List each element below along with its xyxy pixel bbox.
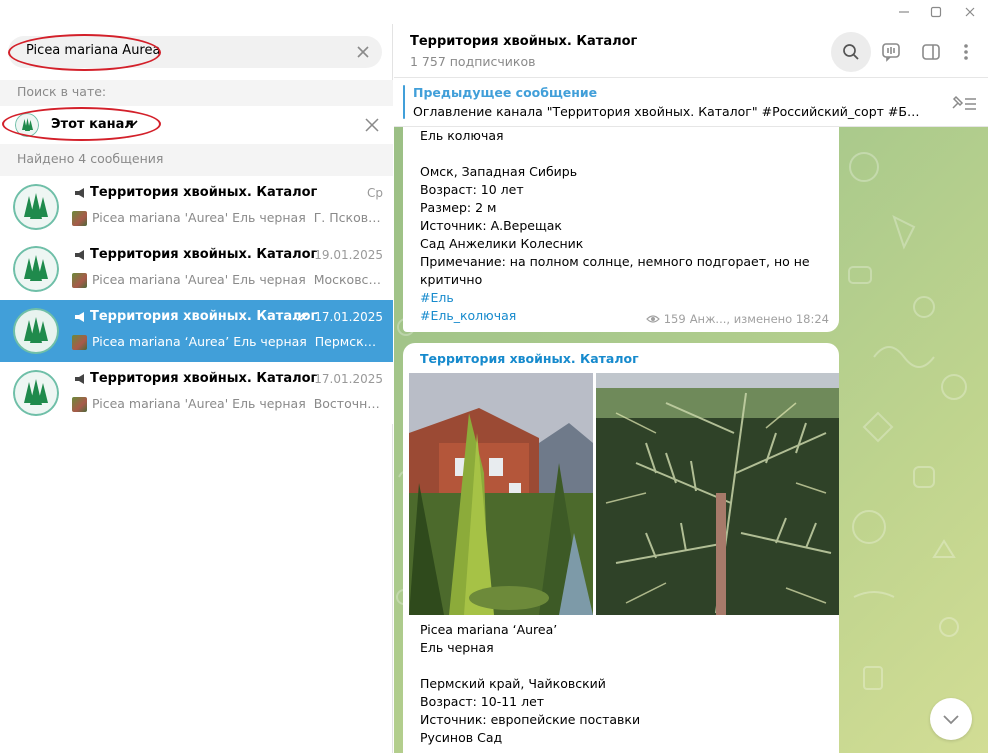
search-result-item[interactable]: Территория хвойных. Каталог 17.01.2025 P… [0,300,393,362]
photo-house-garden[interactable] [409,373,593,615]
chevron-down-icon[interactable] [126,119,138,129]
message-line: Источник: европейские поставки [420,712,641,727]
results-count-label: Найдено 4 сообщения [0,144,393,176]
result-date: 17.01.2025 [314,372,383,386]
message-line [420,657,640,675]
pinned-message-bar[interactable]: Предыдущее сообщение Оглавление канала "… [394,78,988,127]
result-title: Территория хвойных. Каталог [74,185,317,200]
hashtag-link[interactable]: #Ель [420,289,810,307]
result-photo-thumbnail [72,335,87,350]
maximize-icon[interactable] [921,0,951,24]
result-date: 17.01.2025 [294,310,383,324]
pinned-list-icon[interactable] [950,93,978,113]
close-icon[interactable] [955,0,985,24]
message-line: Ель черная [420,640,494,655]
message-line: Возраст: 10-11 лет [420,694,545,709]
result-date: Ср [367,186,383,200]
channel-avatar [13,184,59,230]
views-count: 159 [663,312,686,326]
result-snippet: Picea mariana 'Aurea' Ель черная Московс… [92,272,384,287]
pinned-text: Оглавление канала "Территория хвойных. К… [413,104,923,119]
message-line: Омск, Западная Сибирь [420,164,578,179]
result-title: Территория хвойных. Каталог [74,309,317,324]
chat-panel: Территория хвойных. Каталог 1 757 подпис… [394,24,988,753]
message-line: Размер: 2 м [420,200,497,215]
channel-megaphone-icon [75,373,84,384]
result-snippet: Picea mariana ‘Aurea’ Ель черная Пермски… [92,334,384,349]
search-result-item[interactable]: Территория хвойных. Каталог Ср Picea mar… [0,176,393,238]
message-line: Picea mariana ‘Aurea’ [420,622,558,637]
clear-search-icon[interactable] [354,43,372,61]
message-text: Picea mariana ‘Aurea’ Ель черная Пермский … [420,621,640,747]
channel-avatar [13,246,59,292]
message-author[interactable]: Территория хвойных. Каталог [420,351,639,366]
channel-avatar [13,370,59,416]
search-in-label: Поиск в чате: [0,80,393,106]
minimize-icon[interactable] [889,0,919,24]
channel-megaphone-icon [75,311,84,322]
chat-title[interactable]: Территория хвойных. Каталог [410,34,637,49]
result-photo-thumbnail [72,273,87,288]
message-meta: 159 Анж..., изменено 18:24 [645,312,829,326]
pinned-indicator [403,85,405,119]
scope-label[interactable]: Этот канал [51,117,134,132]
chat-background: Ель колючая Омск, Западная Сибирь Возраст:… [394,127,988,753]
side-panel-icon[interactable] [911,32,951,72]
message-author-time: Анж..., изменено 18:24 [689,312,829,326]
message-line: Русинов Сад [420,730,503,745]
message-line: Примечание: на полном солнце, немного по… [420,254,810,269]
result-snippet: Picea mariana 'Aurea' Ель черная Восточн… [92,396,384,411]
search-input[interactable]: Picea mariana Aurea [8,36,382,68]
result-title: Территория хвойных. Каталог [74,247,317,262]
message-bubble[interactable]: Ель колючая Омск, Западная Сибирь Возраст:… [403,127,839,332]
chevron-down-icon [943,715,959,725]
search-scope-selector[interactable]: Этот канал [0,106,393,144]
channel-megaphone-icon [75,187,84,198]
result-photo-thumbnail [72,211,87,226]
photo-spruce-closeup[interactable] [596,373,839,615]
channel-avatar [15,113,39,137]
message-line [420,145,810,163]
window-titlebar [0,0,988,24]
search-result-item[interactable]: Территория хвойных. Каталог 17.01.2025 P… [0,362,393,424]
channel-avatar [13,308,59,354]
result-photo-thumbnail [72,397,87,412]
more-icon[interactable] [946,32,986,72]
search-panel: Picea mariana Aurea Поиск в чате: Этот к… [0,24,393,753]
search-icon[interactable] [831,32,871,72]
chat-header: Территория хвойных. Каталог 1 757 подпис… [394,24,988,78]
search-result-item[interactable]: Территория хвойных. Каталог 19.01.2025 P… [0,238,393,300]
message-line: критично [420,272,483,287]
double-check-icon [294,312,309,322]
photo-image [409,373,593,615]
message-line: Ель колючая [420,128,504,143]
message-bubble[interactable]: Территория хвойных. Каталог Picea marian… [403,343,839,753]
message-line: Возраст: 10 лет [420,182,524,197]
search-query-text[interactable]: Picea mariana Aurea [26,43,160,58]
channel-megaphone-icon [75,249,84,260]
message-line: Источник: А.Верещак [420,218,562,233]
views-icon [645,315,660,323]
message-line: Пермский край, Чайковский [420,676,606,691]
photo-image [596,373,839,615]
result-date: 19.01.2025 [314,248,383,262]
close-scope-icon[interactable] [364,117,380,133]
scroll-down-button[interactable] [930,698,972,740]
result-snippet: Picea mariana 'Aurea' Ель черная Г. Пско… [92,210,384,225]
subscriber-count: 1 757 подписчиков [410,54,536,69]
message-line: Сад Анжелики Колесник [420,236,584,251]
pinned-title: Предыдущее сообщение [413,85,598,100]
result-title: Территория хвойных. Каталог [74,371,317,386]
live-stream-icon[interactable] [871,32,911,72]
message-text: Ель колючая Омск, Западная Сибирь Возраст:… [420,127,810,325]
